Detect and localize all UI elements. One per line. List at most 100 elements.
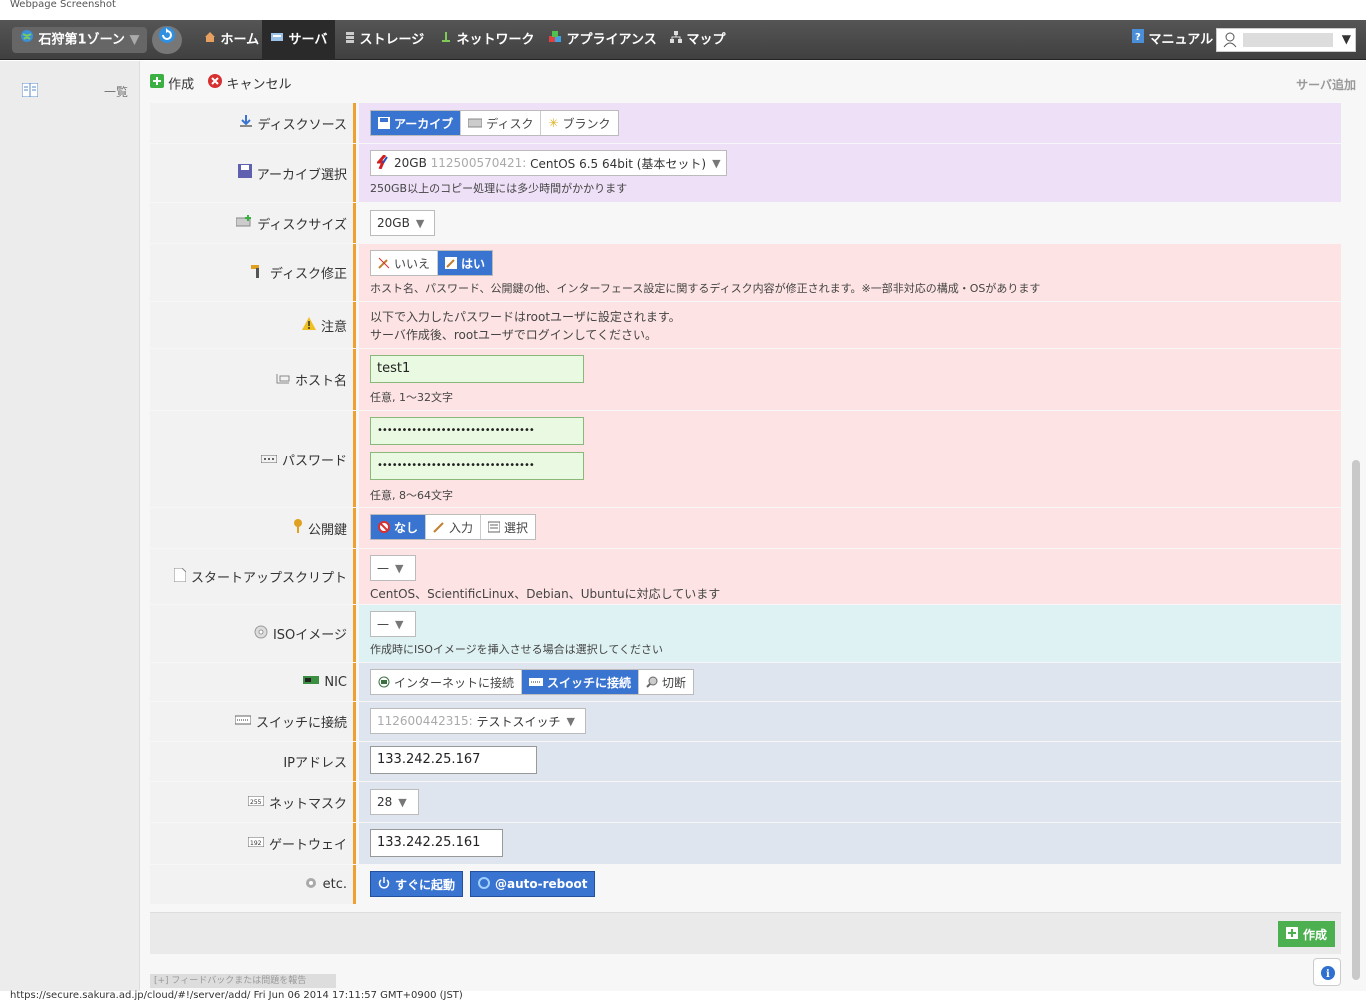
gateway-label: 192 ゲートウェイ [150, 823, 356, 864]
password-input[interactable]: •••••••••••••••••••••••••••••••• [370, 417, 584, 445]
disk-source-toggle: アーカイブ ディスク ✳ ブランク [370, 110, 619, 136]
disk-size-label: ディスクサイズ [150, 203, 356, 243]
gateway-icon: 192 [247, 836, 265, 851]
row-disk-source: ディスクソース アーカイブ ディスク ✳ ブランク [150, 103, 1341, 143]
globe-icon [20, 27, 34, 53]
iso-select[interactable]: — ▼ [370, 611, 416, 637]
disk-source-archive[interactable]: アーカイブ [371, 111, 462, 135]
disk-icon [468, 111, 486, 135]
ip-address-input[interactable]: 133.242.25.167 [370, 746, 537, 774]
password-label: パスワード [150, 411, 356, 507]
list-icon [488, 515, 504, 539]
netmask-select[interactable]: 28 ▼ [370, 789, 419, 815]
nic-switch[interactable]: スイッチに接続 [522, 670, 640, 694]
archive-note: 250GB以上のコピー処理には多少時間がかかります [370, 182, 628, 195]
disk-edit-yes[interactable]: はい [438, 251, 493, 275]
storage-icon [345, 20, 355, 60]
book-icon[interactable] [21, 82, 39, 100]
reboot-icon [478, 876, 490, 892]
unplug-icon [646, 670, 662, 694]
floppy-icon [237, 164, 252, 182]
scrollbar[interactable] [1352, 460, 1360, 980]
gateway-input[interactable]: 133.242.25.161 [370, 829, 503, 857]
pubkey-input[interactable]: 入力 [426, 515, 482, 539]
hostname-input[interactable]: test1 [370, 355, 584, 383]
switch-label: スイッチに接続 [150, 702, 356, 741]
nav-map[interactable]: マップ [670, 20, 726, 60]
svg-text:192: 192 [250, 840, 262, 847]
document-icon [173, 567, 187, 586]
row-hostname: ホスト名 test1 任意, 1〜32文字 [150, 349, 1341, 410]
row-netmask: 255 ネットマスク 28 ▼ [150, 782, 1341, 822]
row-etc: etc. すぐに起動 @auto-reboot [150, 865, 1341, 904]
nic-label: NIC [150, 663, 356, 701]
disk-edit-label: ディスク修正 [150, 244, 356, 301]
list-label[interactable]: 一覧 [104, 83, 128, 100]
disk-size-select[interactable]: 20GB ▼ [370, 210, 435, 236]
create-toolbar-button[interactable]: 作成 [150, 70, 194, 101]
switch-select[interactable]: 112600442315: テストスイッチ ▼ [370, 708, 586, 734]
pubkey-none[interactable]: なし [371, 515, 427, 539]
row-password: パスワード •••••••••••••••••••••••••••••••• •… [150, 411, 1341, 507]
refresh-button[interactable] [152, 26, 182, 54]
nic-icon [303, 674, 320, 690]
toolbar: 作成 キャンセル [150, 70, 301, 100]
network-icon [440, 20, 452, 60]
appliance-icon [548, 20, 562, 60]
help-icon: ? [1132, 20, 1144, 60]
user-icon [1223, 32, 1237, 51]
sidebar: 一覧 [0, 61, 140, 991]
cd-icon [254, 625, 268, 643]
password-confirm-input[interactable]: •••••••••••••••••••••••••••••••• [370, 452, 584, 480]
hostname-note: 任意, 1〜32文字 [370, 391, 453, 404]
auto-reboot-button[interactable]: @auto-reboot [470, 871, 596, 897]
cancel-toolbar-button[interactable]: キャンセル [208, 70, 291, 101]
etc-label: etc. [150, 865, 356, 904]
create-button[interactable]: 作成 [1277, 921, 1335, 947]
caution-label: 注意 [150, 302, 356, 348]
nav-map-label: マップ [686, 32, 726, 48]
nav-appliance[interactable]: アプライアンス [548, 20, 657, 60]
gear-icon [304, 876, 318, 894]
nav-server-label: サーバ [288, 32, 328, 48]
iso-label: ISOイメージ [150, 605, 356, 662]
startup-script-select[interactable]: — ▼ [370, 555, 416, 581]
window-title: Webpage Screenshot [10, 0, 116, 10]
hostname-label: ホスト名 [150, 349, 356, 410]
home-icon [204, 20, 216, 60]
nav-network-label: ネットワーク [456, 32, 535, 48]
chevron-down-icon: ▼ [1341, 32, 1351, 46]
pubkey-select[interactable]: 選択 [481, 515, 535, 539]
boot-now-button[interactable]: すぐに起動 [370, 871, 464, 897]
password-icon [260, 452, 278, 467]
floppy-icon [378, 111, 394, 135]
cancel-label: キャンセル [226, 77, 292, 93]
manual-link[interactable]: ? マニュアル [1132, 20, 1213, 60]
nic-disconnect[interactable]: 切断 [639, 670, 693, 694]
nav-storage[interactable]: ストレージ [345, 20, 424, 60]
map-icon [670, 20, 682, 60]
disk-source-disk[interactable]: ディスク [461, 111, 542, 135]
nic-internet[interactable]: インターネットに接続 [371, 670, 523, 694]
nav-network[interactable]: ネットワーク [440, 20, 535, 60]
archive-select[interactable]: 20GB 112500570421: CentOS 6.5 64bit (基本セ… [370, 150, 727, 176]
feedback-link[interactable]: [+] フィードバックまたは問題を報告 [150, 974, 336, 988]
pencil-icon [433, 515, 449, 539]
prohibited-icon [378, 515, 394, 539]
zone-selector[interactable]: 石狩第1ゾーン ▼ [12, 27, 148, 53]
globe-icon [378, 670, 394, 694]
user-menu[interactable]: ▼ [1216, 28, 1356, 52]
chevron-down-icon: ▼ [398, 795, 407, 809]
tools-icon [250, 264, 265, 282]
disk-edit-no[interactable]: いいえ [371, 251, 439, 275]
nav-home[interactable]: ホーム [198, 20, 265, 60]
row-startup-script: スタートアップスクリプト — ▼ CentOS、ScientificLinux、… [150, 549, 1341, 604]
info-button[interactable]: i [1313, 958, 1341, 986]
disk-source-label: ディスクソース [150, 103, 356, 143]
pubkey-toggle: なし 入力 選択 [370, 514, 537, 540]
caution-line2: サーバ作成後、rootユーザでログインしてください。 [370, 328, 657, 342]
nav-server[interactable]: サーバ [262, 20, 336, 60]
row-disk-edit: ディスク修正 いいえ はい ホスト名、パスワード、公開鍵の他、インターフェース設… [150, 244, 1341, 301]
disk-add-icon [235, 215, 252, 231]
disk-source-blank[interactable]: ✳ ブランク [541, 111, 617, 135]
